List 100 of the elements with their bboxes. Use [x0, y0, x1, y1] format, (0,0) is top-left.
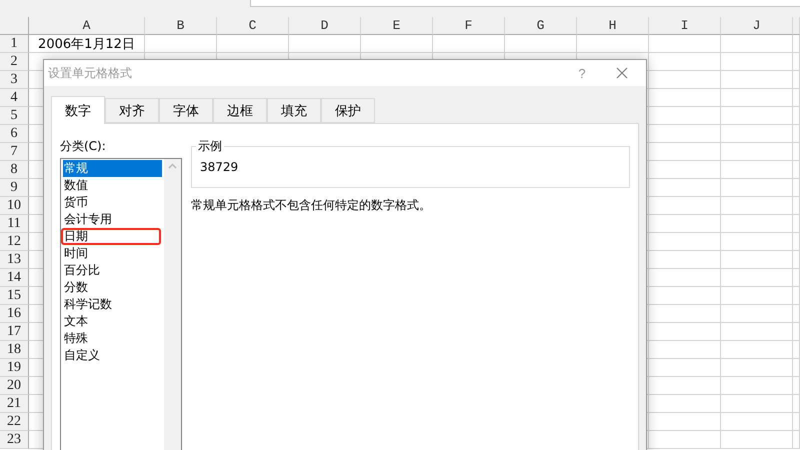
row-header[interactable]: 21 — [0, 395, 29, 413]
list-item[interactable]: 时间 — [63, 245, 162, 262]
tab[interactable]: 数字 — [51, 96, 105, 124]
table-cell — [721, 89, 793, 107]
table-cell — [649, 71, 721, 89]
table-cell — [649, 377, 721, 395]
table-cell — [721, 287, 793, 305]
row-header[interactable]: 10 — [0, 197, 29, 215]
table-cell — [649, 161, 721, 179]
table-cell — [721, 143, 793, 161]
table-cell — [649, 35, 721, 53]
table-cell — [649, 395, 721, 413]
row-header[interactable]: 12 — [0, 233, 29, 251]
table-cell — [649, 143, 721, 161]
row-header[interactable]: 16 — [0, 305, 29, 323]
table-cell — [649, 89, 721, 107]
table-cell — [721, 197, 793, 215]
table-cell — [721, 107, 793, 125]
table-cell — [721, 53, 793, 71]
column-header[interactable]: E — [361, 17, 433, 35]
category-label: 分类(C): — [60, 138, 107, 155]
column-header[interactable] — [793, 17, 800, 35]
table-cell — [721, 215, 793, 233]
table-cell — [649, 341, 721, 359]
scroll-up-icon[interactable] — [168, 163, 177, 169]
list-item[interactable]: 文本 — [63, 313, 162, 330]
list-item[interactable]: 百分比 — [63, 262, 162, 279]
formula-bar[interactable] — [250, 0, 800, 7]
row-header[interactable]: 6 — [0, 125, 29, 143]
row-header[interactable]: 23 — [0, 431, 29, 449]
table-cell — [649, 269, 721, 287]
row-header[interactable]: 22 — [0, 413, 29, 431]
table-cell — [649, 251, 721, 269]
table-cell — [721, 395, 793, 413]
tab[interactable]: 填充 — [267, 98, 321, 123]
table-cell — [721, 161, 793, 179]
column-header[interactable]: H — [577, 17, 649, 35]
row-header[interactable]: 1 — [0, 35, 29, 53]
table-cell — [649, 233, 721, 251]
column-header[interactable]: D — [289, 17, 361, 35]
group-label: 示例 — [196, 138, 224, 155]
column-header[interactable]: B — [145, 17, 217, 35]
table-cell — [721, 359, 793, 377]
tab[interactable]: 字体 — [159, 98, 213, 123]
table-cell — [721, 269, 793, 287]
table-cell — [721, 431, 793, 449]
table-cell — [649, 215, 721, 233]
row-header[interactable]: 15 — [0, 287, 29, 305]
table-cell — [649, 197, 721, 215]
table-cell — [649, 287, 721, 305]
table-cell — [649, 179, 721, 197]
list-item[interactable]: 科学记数 — [63, 296, 162, 313]
table-cell — [649, 359, 721, 377]
dialog-title: 设置单元格格式 — [48, 64, 133, 82]
list-item[interactable]: 分数 — [63, 279, 162, 296]
table-cell — [721, 305, 793, 323]
table-cell — [649, 125, 721, 143]
row-header[interactable]: 20 — [0, 377, 29, 395]
row-header[interactable]: 14 — [0, 269, 29, 287]
row-header[interactable]: 5 — [0, 107, 29, 125]
list-item[interactable]: 特殊 — [63, 330, 162, 347]
column-header[interactable]: J — [721, 17, 793, 35]
row-header[interactable]: 17 — [0, 323, 29, 341]
table-cell — [721, 233, 793, 251]
list-item[interactable]: 常规 — [63, 160, 162, 177]
list-item[interactable]: 日期 — [63, 228, 162, 245]
row-header[interactable]: 13 — [0, 251, 29, 269]
list-item[interactable]: 会计专用 — [63, 211, 162, 228]
row-header[interactable]: 4 — [0, 89, 29, 107]
tab[interactable]: 边框 — [213, 98, 267, 123]
table-cell — [721, 179, 793, 197]
row-header[interactable]: 18 — [0, 341, 29, 359]
row-header[interactable]: 3 — [0, 71, 29, 89]
table-cell — [721, 35, 793, 53]
list-item[interactable]: 数值 — [63, 177, 162, 194]
row-header[interactable]: 2 — [0, 53, 29, 71]
select-all-corner[interactable] — [0, 17, 29, 35]
column-header[interactable]: A — [29, 17, 145, 35]
row-header[interactable]: 19 — [0, 359, 29, 377]
table-cell — [649, 305, 721, 323]
row-header[interactable]: 11 — [0, 215, 29, 233]
table-cell: 2006年1月12日 — [29, 35, 145, 53]
column-header[interactable]: C — [217, 17, 289, 35]
table-cell — [649, 431, 721, 449]
row-header[interactable]: 7 — [0, 143, 29, 161]
column-header[interactable]: I — [649, 17, 721, 35]
table-cell — [721, 341, 793, 359]
table-cell — [649, 323, 721, 341]
table-cell — [721, 251, 793, 269]
row-header[interactable]: 9 — [0, 179, 29, 197]
tab[interactable]: 保护 — [321, 98, 375, 123]
list-item[interactable]: 自定义 — [63, 347, 162, 364]
list-item[interactable]: 货币 — [63, 194, 162, 211]
close-icon — [616, 67, 628, 79]
tab[interactable]: 对齐 — [105, 98, 159, 123]
column-header[interactable]: F — [433, 17, 505, 35]
column-header[interactable]: G — [505, 17, 577, 35]
table-cell — [721, 71, 793, 89]
table-cell — [721, 125, 793, 143]
row-header[interactable]: 8 — [0, 161, 29, 179]
